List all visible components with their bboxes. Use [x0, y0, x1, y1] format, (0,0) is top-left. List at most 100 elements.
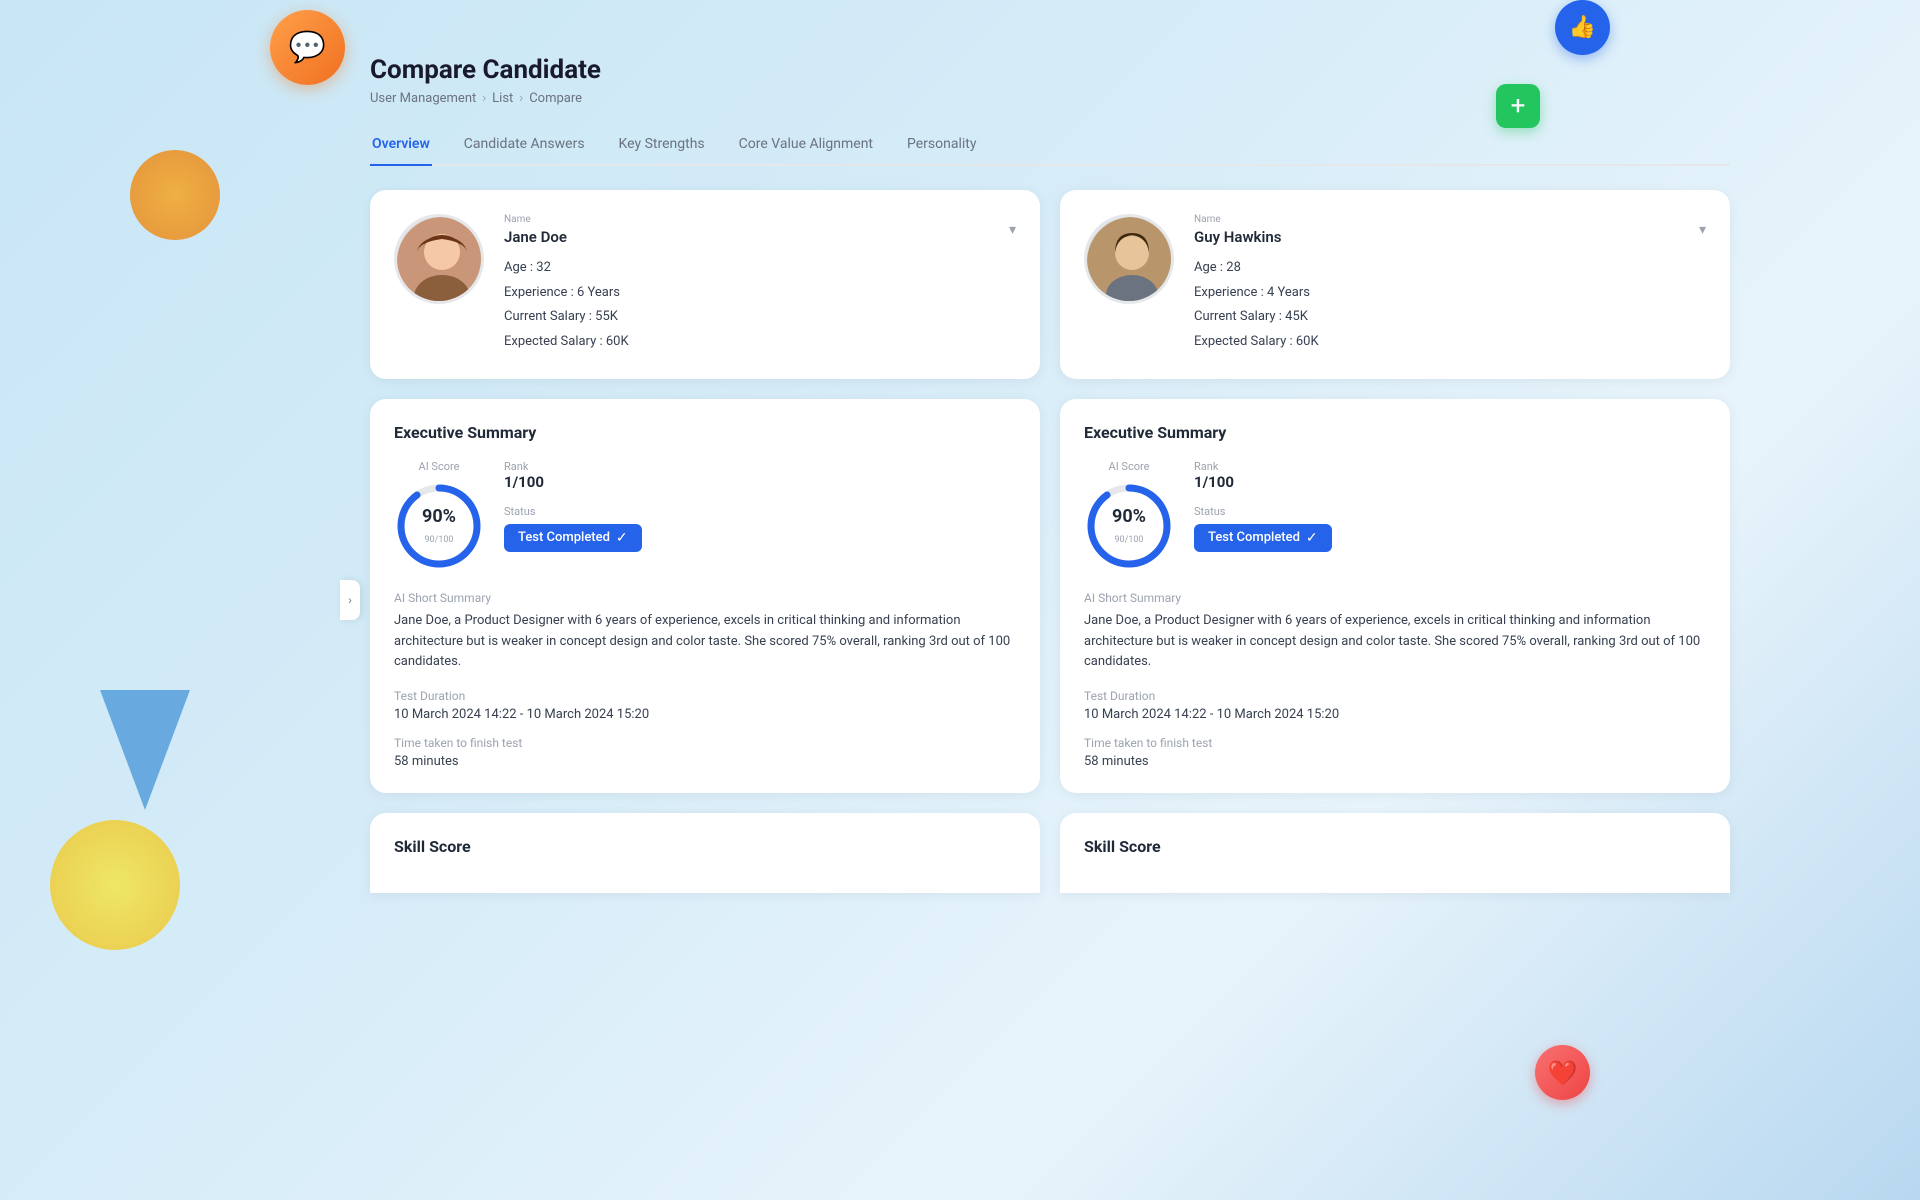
summary-section-1: AI Short Summary Jane Doe, a Product Des…	[394, 591, 1016, 673]
score-meta-1: Rank 1/100 Status Test Completed ✓	[504, 460, 1016, 552]
heart-button[interactable]: ❤️	[1535, 1045, 1590, 1100]
experience-label-1: Experience :	[504, 285, 577, 300]
heart-icon: ❤️	[1548, 1059, 1578, 1087]
chat-bubble-decoration: 💬	[270, 10, 345, 85]
summary-section-2: AI Short Summary Jane Doe, a Product Des…	[1084, 591, 1706, 673]
score-section-1: AI Score 90% 90/100 Rank 1/100	[394, 460, 1016, 571]
duration-label-2: Test Duration	[1084, 689, 1706, 703]
tab-key-strengths[interactable]: Key Strengths	[617, 126, 707, 164]
breadcrumb-compare: Compare	[529, 91, 582, 106]
avatar-candidate-1	[394, 214, 484, 304]
duration-label-1: Test Duration	[394, 689, 1016, 703]
summary-text-1: Jane Doe, a Product Designer with 6 year…	[394, 611, 1016, 673]
time-label-2: Time taken to finish test	[1084, 736, 1706, 750]
current-salary-label-1: Current Salary :	[504, 309, 595, 324]
chevron-right-icon: ›	[348, 593, 352, 607]
rank-label-2: Rank	[1194, 460, 1706, 473]
candidate-name-label-2: Name	[1194, 214, 1281, 225]
thumb-icon: 👍	[1569, 15, 1596, 40]
candidate-dropdown-2[interactable]: ▾	[1699, 222, 1706, 238]
status-badge-2: Test Completed ✓	[1194, 524, 1332, 552]
rank-value-2: 1/100	[1194, 473, 1706, 491]
expected-salary-value-2: 60K	[1296, 334, 1319, 349]
yellow-circle-decoration	[50, 820, 180, 950]
page-header: Compare Candidate User Management › List…	[370, 55, 1730, 106]
candidate-card-2: Name Guy Hawkins ▾ Age : 28 Experience :…	[1060, 190, 1730, 379]
expected-salary-label-1: Expected Salary :	[504, 334, 606, 349]
summary-text-2: Jane Doe, a Product Designer with 6 year…	[1084, 611, 1706, 673]
ai-score-label-2: AI Score	[1109, 460, 1150, 473]
time-section-2: Time taken to finish test 58 minutes	[1084, 736, 1706, 769]
tabs-bar: Overview Candidate Answers Key Strengths…	[370, 126, 1730, 166]
experience-value-1: 6 Years	[577, 285, 620, 300]
duration-value-1: 10 March 2024 14:22 - 10 March 2024 15:2…	[394, 707, 1016, 722]
blue-triangle-decoration	[100, 690, 190, 810]
candidate-info-1: Name Jane Doe ▾ Age : 32 Experience : 6 …	[504, 214, 1016, 355]
candidate-name-label-1: Name	[504, 214, 567, 225]
status-text-2: Test Completed	[1208, 530, 1300, 545]
current-salary-value-2: 45K	[1285, 309, 1308, 324]
score-sub-2: 90/100	[1114, 535, 1143, 545]
time-section-1: Time taken to finish test 58 minutes	[394, 736, 1016, 769]
experience-value-2: 4 Years	[1267, 285, 1310, 300]
skill-card-2: Skill Score	[1060, 813, 1730, 893]
breadcrumb-sep-2: ›	[519, 91, 523, 106]
score-circle-1: 90% 90/100	[394, 481, 484, 571]
summary-label-1: AI Short Summary	[394, 591, 1016, 605]
exec-title-1: Executive Summary	[394, 423, 1016, 442]
candidate-profiles-row: Name Jane Doe ▾ Age : 32 Experience : 6 …	[370, 190, 1730, 379]
expected-salary-value-1: 60K	[606, 334, 629, 349]
status-text-1: Test Completed	[518, 530, 610, 545]
skill-card-1: Skill Score	[370, 813, 1040, 893]
age-value-2: 28	[1226, 260, 1241, 275]
executive-summary-row: Executive Summary AI Score 90% 90/100	[370, 399, 1730, 793]
score-sub-1: 90/100	[424, 535, 453, 545]
tab-candidate-answers[interactable]: Candidate Answers	[462, 126, 587, 164]
breadcrumb-sep-1: ›	[482, 91, 486, 106]
breadcrumb-user-management[interactable]: User Management	[370, 91, 476, 106]
status-label-2: Status	[1194, 505, 1706, 518]
breadcrumb-list[interactable]: List	[492, 91, 513, 106]
candidate-name-2: Guy Hawkins	[1194, 228, 1281, 246]
skill-title-1: Skill Score	[394, 837, 1016, 856]
status-label-1: Status	[504, 505, 1016, 518]
time-value-1: 58 minutes	[394, 754, 1016, 769]
score-section-2: AI Score 90% 90/100 Rank 1/100	[1084, 460, 1706, 571]
thumbs-up-button[interactable]: 👍	[1555, 0, 1610, 55]
skill-title-2: Skill Score	[1084, 837, 1706, 856]
time-value-2: 58 minutes	[1084, 754, 1706, 769]
exec-summary-card-2: Executive Summary AI Score 90% 90/100	[1060, 399, 1730, 793]
orange-circle-decoration	[130, 150, 220, 240]
age-label-1: Age :	[504, 260, 536, 275]
age-value-1: 32	[536, 260, 551, 275]
score-pct-1: 90%	[422, 506, 456, 527]
candidate-dropdown-1[interactable]: ▾	[1009, 222, 1016, 238]
breadcrumb: User Management › List › Compare	[370, 91, 1730, 106]
page-title: Compare Candidate	[370, 55, 1730, 85]
tab-personality[interactable]: Personality	[905, 126, 978, 164]
exec-summary-card-1: Executive Summary AI Score 90% 90/100	[370, 399, 1040, 793]
rank-label-1: Rank	[504, 460, 1016, 473]
duration-value-2: 10 March 2024 14:22 - 10 March 2024 15:2…	[1084, 707, 1706, 722]
candidate-details-1: Age : 32 Experience : 6 Years Current Sa…	[504, 256, 1016, 355]
duration-section-2: Test Duration 10 March 2024 14:22 - 10 M…	[1084, 689, 1706, 722]
exec-title-2: Executive Summary	[1084, 423, 1706, 442]
check-icon-2: ✓	[1306, 530, 1318, 546]
candidate-card-1: Name Jane Doe ▾ Age : 32 Experience : 6 …	[370, 190, 1040, 379]
check-icon-1: ✓	[616, 530, 628, 546]
rank-value-1: 1/100	[504, 473, 1016, 491]
sidebar-toggle[interactable]: ›	[340, 580, 360, 620]
score-meta-2: Rank 1/100 Status Test Completed ✓	[1194, 460, 1706, 552]
candidate-name-1: Jane Doe	[504, 228, 567, 246]
avatar-candidate-2	[1084, 214, 1174, 304]
tab-overview[interactable]: Overview	[370, 126, 432, 164]
time-label-1: Time taken to finish test	[394, 736, 1016, 750]
current-salary-value-1: 55K	[595, 309, 618, 324]
duration-section-1: Test Duration 10 March 2024 14:22 - 10 M…	[394, 689, 1016, 722]
tab-core-value[interactable]: Core Value Alignment	[737, 126, 875, 164]
summary-label-2: AI Short Summary	[1084, 591, 1706, 605]
status-badge-1: Test Completed ✓	[504, 524, 642, 552]
candidate-details-2: Age : 28 Experience : 4 Years Current Sa…	[1194, 256, 1706, 355]
score-pct-2: 90%	[1112, 506, 1146, 527]
ai-score-label-1: AI Score	[419, 460, 460, 473]
